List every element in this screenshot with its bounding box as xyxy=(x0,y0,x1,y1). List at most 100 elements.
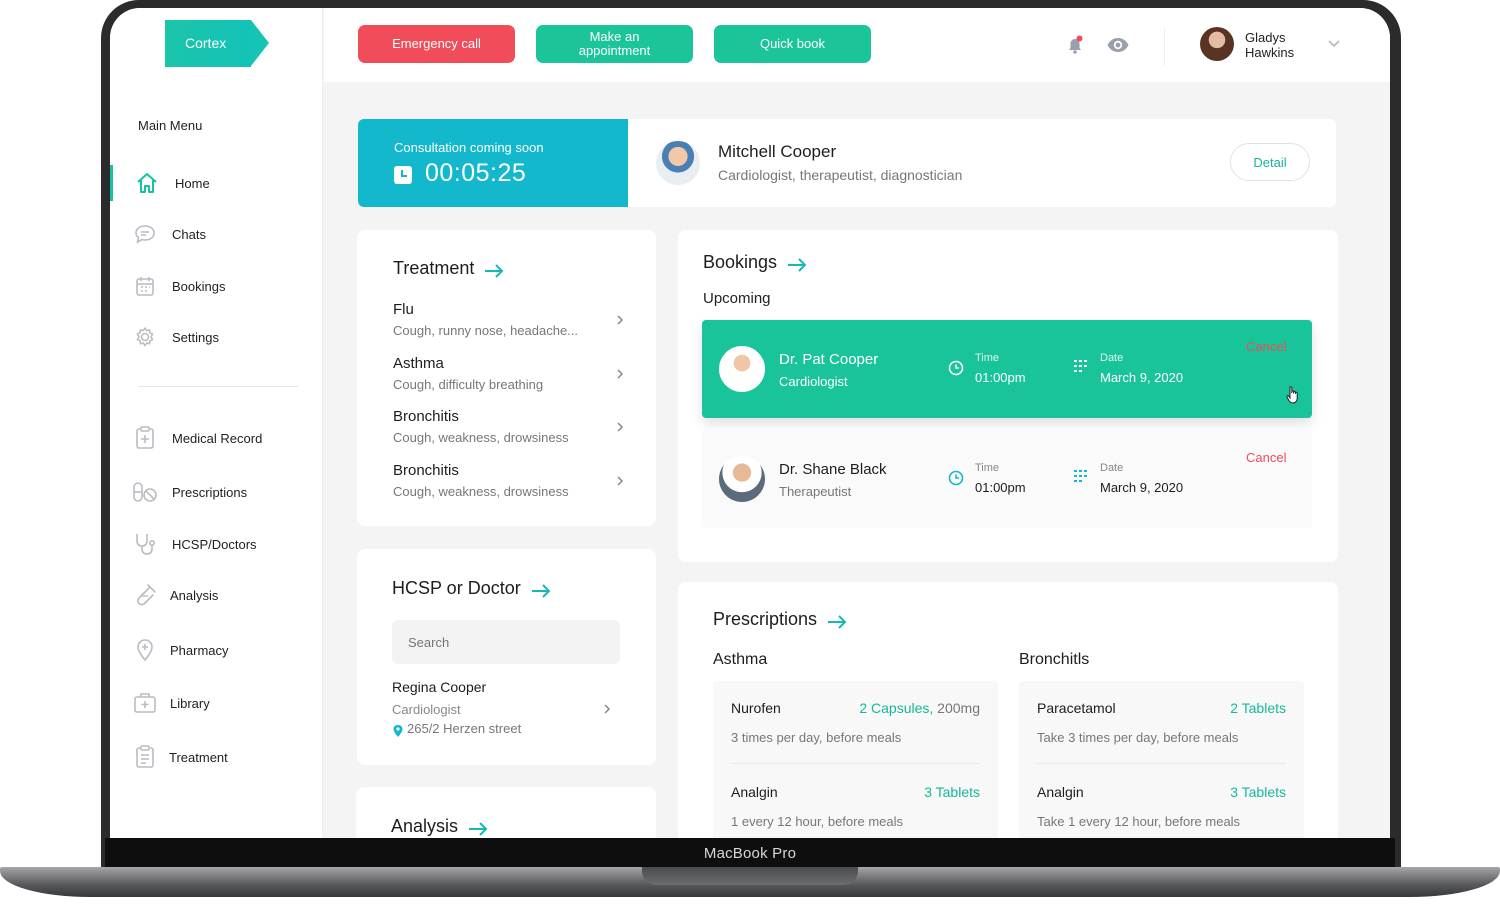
logo-arrow-shape xyxy=(251,20,269,66)
sidebar-item-settings[interactable]: Settings xyxy=(110,319,323,355)
user-name[interactable]: Gladys Hawkins xyxy=(1245,30,1325,60)
medication-quantity: 2 Tablets xyxy=(1230,700,1286,716)
booking-doctor-role: Cardiologist xyxy=(779,374,848,389)
gear-icon xyxy=(132,324,158,350)
doctor-search-input[interactable] xyxy=(392,620,620,664)
chevron-right-icon[interactable] xyxy=(615,474,625,486)
booking-time: 01:00pm xyxy=(975,370,1026,385)
doctor-avatar xyxy=(719,456,765,502)
sidebar-item-library[interactable]: Library xyxy=(110,685,323,721)
doctor-avatar xyxy=(719,346,765,392)
home-icon xyxy=(134,170,160,196)
arrow-right-icon[interactable] xyxy=(468,820,488,836)
doctor-result-specialty: Cardiologist xyxy=(392,702,461,717)
arrow-right-icon[interactable] xyxy=(484,262,504,278)
sidebar-item-pharmacy[interactable]: Pharmacy xyxy=(110,632,323,668)
detail-button[interactable]: Detail xyxy=(1230,143,1310,181)
medication-note: 1 every 12 hour, before meals xyxy=(731,814,903,829)
treatment-title[interactable]: Treatment xyxy=(393,258,504,279)
pills-icon xyxy=(132,479,158,505)
doctor-result-address: 265/2 Herzen street xyxy=(407,721,522,736)
calendar-icon xyxy=(132,273,158,299)
user-avatar[interactable] xyxy=(1200,27,1234,61)
quick-book-button[interactable]: Quick book xyxy=(714,25,871,63)
test-tube-icon xyxy=(132,582,158,608)
analysis-title-text: Analysis xyxy=(391,816,459,836)
prescription-group: Nurofen 2 Capsules, 200mg 3 times per da… xyxy=(713,681,998,838)
medication-note: Take 3 times per day, before meals xyxy=(1037,730,1239,745)
doctor-result-name[interactable]: Regina Cooper xyxy=(392,679,486,695)
bell-icon[interactable] xyxy=(1064,35,1086,55)
treatment-item[interactable]: Asthma Cough, difficulty breathing xyxy=(393,355,623,392)
bookings-card: Bookings Upcoming Dr. Pat Cooper Cardiol… xyxy=(678,230,1338,562)
chevron-right-icon[interactable] xyxy=(615,313,625,325)
booking-row[interactable]: Dr. Shane Black Therapeutist Time 01:00p… xyxy=(702,430,1312,528)
topbar-divider xyxy=(1164,28,1165,66)
booking-date: March 9, 2020 xyxy=(1100,480,1184,495)
booking-cancel-link[interactable]: Cancel xyxy=(1246,339,1286,354)
consultation-doctor-panel: Mitchell Cooper Cardiologist, therapeuti… xyxy=(628,119,1336,207)
sidebar-item-home[interactable]: Home xyxy=(110,165,323,201)
medication-dose: 200mg xyxy=(933,700,980,716)
medication-name: Analgin xyxy=(1037,784,1084,800)
chevron-right-icon[interactable] xyxy=(615,367,625,379)
main-menu-title: Main Menu xyxy=(138,118,203,133)
treatment-item[interactable]: Flu Cough, runny nose, headache... xyxy=(393,301,623,338)
bookings-title-text: Bookings xyxy=(703,252,778,272)
sidebar-item-hcsp-doctors[interactable]: HCSP/Doctors xyxy=(110,526,323,562)
chevron-right-icon[interactable] xyxy=(602,702,612,714)
booking-doctor-name: Dr. Pat Cooper xyxy=(779,351,879,368)
calendar-grid-icon xyxy=(1073,359,1089,373)
emergency-call-button[interactable]: Emergency call xyxy=(358,25,515,63)
sidebar: Cortex Main Menu Home Chats Bookings Set… xyxy=(110,8,323,838)
medication-quantity: 3 Tablets xyxy=(1230,784,1286,800)
chevron-down-icon[interactable] xyxy=(1327,36,1341,50)
first-aid-kit-icon xyxy=(132,690,158,716)
sidebar-item-label: Library xyxy=(170,695,210,711)
prescription-group-title: Bronchitls xyxy=(1019,651,1090,668)
logo[interactable]: Cortex xyxy=(165,20,269,67)
clipboard-icon xyxy=(132,744,158,770)
prescription-group-title: Asthma xyxy=(713,651,768,668)
sidebar-item-label: Prescriptions xyxy=(172,484,248,500)
upcoming-label: Upcoming xyxy=(703,290,771,307)
arrow-right-icon[interactable] xyxy=(531,582,551,598)
consultation-countdown-panel: Consultation coming soon 00:05:25 xyxy=(358,119,628,207)
make-appointment-button[interactable]: Make an appointment xyxy=(536,25,693,63)
hcsp-title[interactable]: HCSP or Doctor xyxy=(392,578,551,599)
sidebar-item-chats[interactable]: Chats xyxy=(110,216,323,252)
hcsp-title-text: HCSP or Doctor xyxy=(392,578,521,598)
bookings-title[interactable]: Bookings xyxy=(703,252,807,273)
eye-icon[interactable] xyxy=(1106,35,1129,55)
sidebar-item-bookings[interactable]: Bookings xyxy=(110,268,323,304)
chevron-right-icon[interactable] xyxy=(615,420,625,432)
treatment-item[interactable]: Bronchitis Cough, weakness, drowsiness xyxy=(393,462,623,499)
sidebar-item-medical-record[interactable]: Medical Record xyxy=(110,420,323,456)
prescriptions-title[interactable]: Prescriptions xyxy=(713,609,847,630)
booking-row[interactable]: Dr. Pat Cooper Cardiologist Time 01:00pm… xyxy=(702,320,1312,418)
sidebar-item-treatment[interactable]: Treatment xyxy=(110,739,323,775)
arrow-right-icon[interactable] xyxy=(827,613,847,629)
booking-date-label: Date xyxy=(1100,462,1124,474)
row-divider xyxy=(1037,763,1286,764)
location-pin-icon xyxy=(392,724,404,738)
booking-cancel-link[interactable]: Cancel xyxy=(1246,450,1286,465)
stethoscope-icon xyxy=(132,531,158,557)
booking-time-label: Time xyxy=(975,352,1000,364)
clock-icon xyxy=(948,470,964,486)
treatment-item-desc: Cough, runny nose, headache... xyxy=(393,323,579,338)
sidebar-item-label: Treatment xyxy=(169,749,228,765)
arrow-right-icon[interactable] xyxy=(787,256,807,272)
sidebar-item-analysis[interactable]: Analysis xyxy=(110,577,323,613)
treatment-item-name: Bronchitis xyxy=(393,408,459,425)
treatment-title-text: Treatment xyxy=(393,258,475,278)
analysis-title[interactable]: Analysis xyxy=(391,816,488,837)
clock-icon xyxy=(394,166,412,184)
sidebar-item-label: Home xyxy=(175,175,210,191)
analysis-card: Analysis xyxy=(356,787,656,838)
sidebar-item-prescriptions[interactable]: Prescriptions xyxy=(110,474,323,510)
treatment-item-name: Flu xyxy=(393,301,414,318)
sidebar-item-label: Pharmacy xyxy=(170,642,229,658)
medication-name: Nurofen xyxy=(731,700,781,716)
treatment-item[interactable]: Bronchitis Cough, weakness, drowsiness xyxy=(393,408,623,445)
